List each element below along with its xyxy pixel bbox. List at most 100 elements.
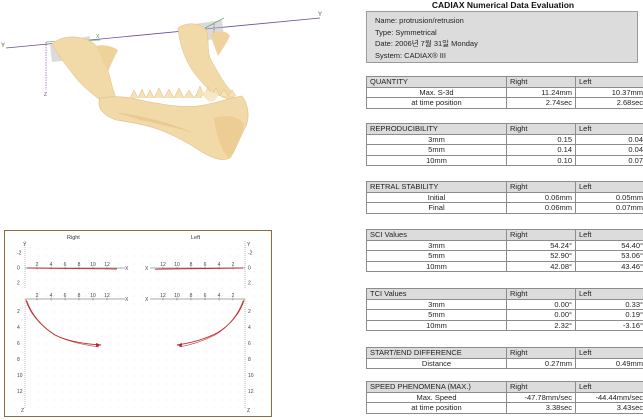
table-row: 5mm 0.14 0.04 [366, 144, 643, 156]
tci-values-title: TCI Values [366, 288, 507, 300]
mandible-3d-view[interactable]: Y Y Z X [0, 0, 330, 210]
info-type: Type: Symmetrical [375, 27, 437, 37]
header-right: Right [506, 123, 576, 135]
header-left: Left [575, 229, 643, 241]
table-row: at time position 3.38sec 3.43sec [366, 402, 643, 414]
row-label: Max. S-3d [366, 86, 507, 98]
header-right: Right [506, 288, 576, 300]
svg-text:Y: Y [1, 43, 5, 49]
left-value: 0.05mm [575, 191, 643, 203]
left-top-y-tick-label: 0 [248, 266, 251, 272]
left-value: 0.33° [575, 298, 643, 310]
header-left: Left [575, 288, 643, 300]
reproducibility-table: REPRODUCIBILITY Right Left 3mm 0.15 0.04… [366, 123, 643, 166]
report-title: CADIAX Numerical Data Evaluation [431, 0, 575, 10]
start-end-difference-title: START/END DIFFERENCE [366, 347, 507, 359]
row-label: 3mm [366, 239, 507, 251]
right-bottom-z-label: Z [21, 408, 24, 414]
tci-values-table: TCI Values Right Left 3mm 0.00° 0.33° 5m… [366, 288, 643, 331]
row-label: at time position [366, 97, 507, 109]
header-left: Left [575, 381, 643, 393]
svg-text:Z: Z [44, 92, 47, 98]
retral-stability-title: RETRAL STABILITY [366, 181, 507, 193]
condylar-path-graphs: Right Left X Y -2 0 2 2 4 6 8 10 12 X Y -2 0 2 12… [4, 230, 272, 417]
left-top-x-tick-label: 12 [160, 262, 166, 268]
header-left: Left [575, 347, 643, 359]
header-right: Right [506, 181, 576, 193]
reproducibility-title: REPRODUCIBILITY [366, 123, 507, 135]
header-left: Left [575, 123, 643, 135]
row-label: 10mm [366, 154, 507, 166]
left-bottom-z-tick-label: 10 [248, 373, 254, 379]
left-value: 53.06° [575, 250, 643, 262]
left-value: 0.07mm [575, 202, 643, 214]
table-row: Max. Speed -47.78mm/sec -44.44mm/sec [366, 391, 643, 403]
right-value: 0.27mm [506, 357, 576, 369]
table-row: 3mm 54.24° 54.40° [366, 239, 643, 251]
row-label: 5mm [366, 250, 507, 262]
left-value: -44.44mm/sec [575, 391, 643, 403]
left-value: 0.07 [575, 154, 643, 166]
left-value: 43.46° [575, 260, 643, 272]
row-label: Initial [366, 191, 507, 203]
right-bottom-x-tick-label: 6 [64, 293, 67, 299]
right-value: 3.38sec [506, 402, 576, 414]
left-bottom-x-tick-label: 8 [190, 293, 193, 299]
retral-stability-table: RETRAL STABILITY Right Left Initial 0.06… [366, 181, 643, 214]
left-value: 0.04 [575, 133, 643, 145]
row-label: 5mm [366, 144, 507, 156]
right-bottom-z-tick-label: 8 [17, 357, 20, 363]
right-bottom-x-tick-label: 12 [104, 293, 110, 299]
right-bottom-x-tick-label: 4 [50, 293, 53, 299]
left-bottom-z-tick-label: 8 [248, 357, 251, 363]
mandible-3d-model-icon: Y Y Z X [1, 12, 322, 160]
left-bottom-x-tick-label: 4 [218, 293, 221, 299]
left-top-x-tick-label: 8 [190, 262, 193, 268]
left-top-x-tick-label: 2 [232, 262, 235, 268]
right-bottom-z-tick-label: 6 [17, 341, 20, 347]
right-top-x-tick-label: 6 [64, 262, 67, 268]
right-top-y-tick-label: -2 [17, 251, 22, 257]
table-row: Distance 0.27mm 0.49mm [366, 357, 643, 369]
header-right: Right [506, 76, 576, 88]
left-bottom-z-tick-label: 4 [248, 325, 251, 331]
left-value: 0.19° [575, 309, 643, 321]
left-bottom-z-tick-label: 6 [248, 341, 251, 347]
right-bottom-z-tick-label: 12 [17, 389, 23, 395]
right-bottom-x-tick-label: 10 [90, 293, 96, 299]
right-value: 52.90° [506, 250, 576, 262]
table-row: at time position 2.74sec 2.68sec [366, 97, 643, 109]
table-row: 10mm 2.32° -3.16° [366, 319, 643, 331]
left-bottom-x-tick-label: 2 [232, 293, 235, 299]
left-value: 0.04 [575, 144, 643, 156]
right-value: 0.00° [506, 298, 576, 310]
quantity-title: QUANTITY [366, 76, 507, 88]
table-row: 5mm 52.90° 53.06° [366, 250, 643, 262]
right-value: 0.14 [506, 144, 576, 156]
right-top-x-tick-label: 2 [36, 262, 39, 268]
left-value: 54.40° [575, 239, 643, 251]
table-row: 10mm 0.10 0.07 [366, 154, 643, 166]
right-bottom-z-tick-label: 4 [17, 325, 20, 331]
header-right: Right [506, 347, 576, 359]
svg-text:Y: Y [318, 12, 322, 18]
left-bottom-x-tick-label: 12 [160, 293, 166, 299]
left-graph-title: Left [191, 235, 201, 241]
table-row: Initial 0.06mm 0.05mm [366, 191, 643, 203]
header-left: Left [575, 76, 643, 88]
header-right: Right [506, 381, 576, 393]
speed-phenomena-table: SPEED PHENOMENA (MAX.) Right Left Max. S… [366, 381, 643, 414]
right-top-x-tick-label: 10 [90, 262, 96, 268]
row-label: 10mm [366, 260, 507, 272]
row-label: 3mm [366, 133, 507, 145]
right-bottom-x-tick-label: 8 [78, 293, 81, 299]
right-value: 42.08° [506, 260, 576, 272]
header-left: Left [575, 181, 643, 193]
left-bottom-x-tick-label: 6 [204, 293, 207, 299]
right-top-x-tick-label: 8 [78, 262, 81, 268]
left-value: 10.37mm [575, 86, 643, 98]
left-value: -3.16° [575, 319, 643, 331]
right-value: 2.74sec [506, 97, 576, 109]
left-value: 3.43sec [575, 402, 643, 414]
left-bottom-z-label: Z [247, 408, 250, 414]
